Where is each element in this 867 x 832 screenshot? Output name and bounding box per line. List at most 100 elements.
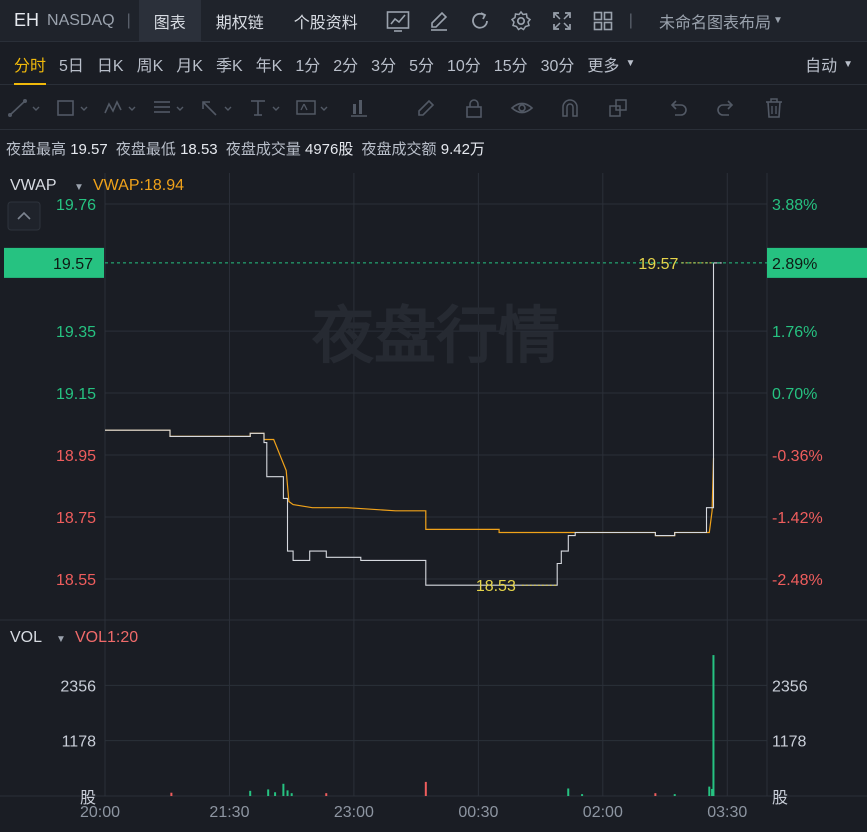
caret-down-icon[interactable]: ▼	[74, 182, 84, 193]
refresh-icon[interactable]	[464, 0, 496, 42]
volume-value: 4976股	[305, 141, 354, 158]
period-more-label: 更多	[587, 57, 620, 75]
current-price-text: 19.57	[53, 256, 93, 273]
period-bar: 分时 5日 日K 周K 月K 季K 年K 1分 2分 3分 5分 10分 15分…	[0, 43, 867, 85]
high-marker-text: 19.57	[638, 256, 678, 273]
grid-layout-icon[interactable]	[587, 0, 619, 42]
tab-options-chain[interactable]: 期权链	[201, 0, 279, 42]
layers-icon[interactable]	[594, 86, 642, 130]
price-tick-label: 18.55	[56, 572, 96, 589]
draw-icon[interactable]	[423, 0, 455, 42]
chart-layout-dropdown[interactable]: 未命名图表布局 ▼	[659, 9, 783, 33]
volume-bar	[286, 790, 289, 796]
percent-tick-label: -2.48%	[772, 572, 823, 589]
low-marker-text: 18.53	[476, 578, 516, 595]
period-monthly[interactable]: 月K	[176, 43, 203, 85]
wave-pattern-icon[interactable]	[96, 86, 144, 130]
watermark: 夜盘行情	[311, 299, 560, 372]
high-value: 19.57	[70, 141, 108, 158]
volume-bar	[673, 794, 676, 796]
caret-down-icon: ▼	[772, 15, 783, 26]
period-quarterly[interactable]: 季K	[216, 43, 243, 85]
amount-label: 夜盘成交额	[361, 141, 437, 158]
label-icon[interactable]	[288, 86, 336, 130]
volume-bar	[424, 781, 427, 796]
eye-icon[interactable]	[498, 86, 546, 130]
period-2min[interactable]: 2分	[333, 43, 358, 85]
rectangle-icon[interactable]	[48, 86, 96, 130]
period-intraday[interactable]: 分时	[14, 43, 47, 85]
volume-indicator-label[interactable]: VOL	[10, 629, 42, 646]
time-tick-label: 20:00	[80, 804, 120, 821]
bar-measure-icon[interactable]	[336, 86, 384, 130]
period-1min[interactable]: 1分	[295, 43, 320, 85]
time-tick-label: 03:30	[707, 804, 747, 821]
volume-tick-label: 2356	[60, 678, 96, 695]
time-tick-label: 23:00	[334, 804, 374, 821]
period-10min[interactable]: 10分	[447, 43, 481, 85]
period-weekly[interactable]: 周K	[137, 43, 164, 85]
period-more-dropdown[interactable]: 更多 ▼	[587, 43, 635, 85]
fullscreen-icon[interactable]	[546, 0, 578, 42]
high-label: 夜盘最高	[6, 141, 67, 158]
low-value: 18.53	[180, 141, 218, 158]
time-tick-label: 02:00	[583, 804, 623, 821]
percent-tick-label: -0.36%	[772, 448, 823, 465]
percent-tick-label: 3.88%	[772, 197, 817, 214]
settings-icon[interactable]	[505, 0, 537, 42]
volume-ma-label: VOL1:20	[75, 629, 138, 646]
volume-bars	[170, 655, 715, 796]
period-yearly[interactable]: 年K	[256, 43, 283, 85]
volume-bar	[708, 786, 711, 796]
volume-bar	[249, 790, 252, 796]
scale-auto-dropdown[interactable]: 自动 ▼	[805, 43, 853, 85]
volume-axis: 2356 23561178 1178股股	[60, 678, 807, 807]
volume-tick-label: 1178	[772, 734, 807, 751]
indicator-icon[interactable]	[382, 0, 414, 42]
vwap-line	[105, 429, 715, 537]
volume-bar	[325, 793, 328, 796]
redo-icon[interactable]	[702, 86, 750, 130]
pencil-icon[interactable]	[402, 86, 450, 130]
percent-tick-label: 1.76%	[772, 324, 817, 341]
amount-value: 9.42万	[440, 141, 485, 158]
top-bar: EH NASDAQ | 图表 期权链 个股资料 | 未命名图表布局 ▼	[0, 0, 867, 42]
text-tool-icon[interactable]	[240, 86, 288, 130]
volume-bar	[290, 793, 293, 796]
scale-auto-label: 自动	[805, 58, 838, 75]
night-session-summary: 夜盘最高 19.57 夜盘最低 18.53 夜盘成交量 4976股 夜盘成交额 …	[6, 138, 489, 159]
lock-icon[interactable]	[450, 86, 498, 130]
price-tick-label: 18.75	[56, 510, 96, 527]
volume-bar	[282, 783, 285, 796]
period-5min[interactable]: 5分	[409, 43, 434, 85]
divider: |	[126, 11, 131, 29]
undo-icon[interactable]	[654, 86, 702, 130]
tab-stock-profile[interactable]: 个股资料	[279, 0, 373, 42]
volume-bar	[170, 792, 173, 796]
time-tick-label: 21:30	[209, 804, 249, 821]
fibonacci-icon[interactable]	[144, 86, 192, 130]
caret-down-icon[interactable]: ▼	[56, 634, 66, 645]
intraday-chart[interactable]: 夜盘行情 VWAP ▼ VWAP:18.94 19.76 19.35 19.15 18…	[0, 165, 867, 832]
chart-grid	[0, 173, 867, 797]
magnet-icon[interactable]	[546, 86, 594, 130]
period-15min[interactable]: 15分	[494, 43, 528, 85]
ticker-symbol: EH	[14, 10, 40, 30]
time-axis: 20:00 21:30 23:00 00:30 02:00 03:30	[80, 804, 747, 821]
period-30min[interactable]: 30分	[541, 43, 575, 85]
volume-bar	[712, 655, 715, 796]
arrow-icon[interactable]	[192, 86, 240, 130]
trend-line-icon[interactable]	[0, 86, 48, 130]
collapse-button[interactable]	[7, 201, 41, 231]
percent-tick-label: 0.70%	[772, 386, 817, 403]
chart-layout-label: 未命名图表布局	[658, 14, 771, 32]
volume-bar	[274, 792, 277, 796]
period-3min[interactable]: 3分	[371, 43, 396, 85]
trash-icon[interactable]	[750, 86, 798, 130]
volume-bar	[267, 789, 270, 796]
main-indicator-label[interactable]: VWAP	[10, 177, 57, 194]
volume-label: 夜盘成交量	[225, 141, 301, 158]
period-5day[interactable]: 5日	[59, 43, 84, 85]
period-daily[interactable]: 日K	[97, 43, 124, 85]
tab-chart[interactable]: 图表	[138, 0, 201, 42]
